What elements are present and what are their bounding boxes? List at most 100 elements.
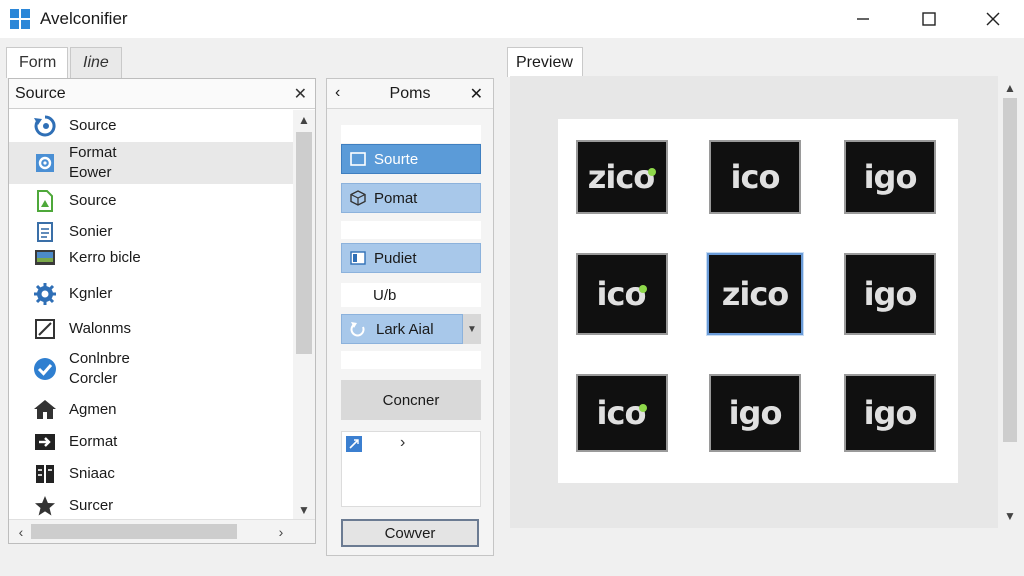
list-item[interactable]: Agmen (9, 398, 293, 422)
title-bar: Avelconifier (0, 0, 1024, 38)
tab-preview[interactable]: Preview (507, 47, 583, 77)
source-panel: Source ✕ Source Format Eower Source Soni… (8, 78, 316, 544)
tab-line[interactable]: Iine (70, 47, 122, 78)
list-item-label: Source (69, 117, 117, 134)
chevron-down-icon[interactable]: ▼ (998, 506, 1022, 526)
pudiet-button-label: Pudiet (374, 249, 417, 267)
preview-icon-tile[interactable]: igo (844, 253, 936, 335)
panel-icon (346, 250, 370, 266)
preview-icon-tile[interactable]: zico (576, 140, 668, 214)
ub-field[interactable]: U/b (341, 283, 481, 307)
list-item[interactable]: Eormat (9, 422, 293, 462)
scroll-thumb[interactable] (31, 524, 237, 539)
poms-panel-header: ‹ Poms ✕ (327, 79, 493, 109)
list-item[interactable]: Conlnbre Corcler (9, 340, 293, 398)
chevron-up-icon[interactable]: ▲ (293, 110, 315, 130)
tile-label: ico (596, 275, 647, 313)
source-horizontal-scrollbar[interactable]: ‹ › (9, 519, 315, 543)
left-tab-strip: Form Iine (6, 47, 122, 78)
list-item-label: Sonier (69, 223, 113, 240)
tile-label: igo (863, 275, 918, 313)
windows-logo-icon (10, 9, 30, 29)
list-item-label: Conlnbre Corcler (69, 350, 130, 387)
minimize-button[interactable] (840, 0, 886, 38)
list-item[interactable]: Kgnler (9, 270, 293, 318)
chevron-right-icon[interactable]: › (400, 434, 405, 452)
source-panel-header: Source ✕ (9, 79, 315, 109)
preview-vertical-scrollbar[interactable]: ▲ ▼ (998, 76, 1022, 528)
preview-icon-tile-selected[interactable]: zico (707, 253, 803, 335)
chevron-up-icon[interactable]: ▲ (998, 78, 1022, 98)
tile-label: igo (728, 394, 783, 432)
preview-icon-tile[interactable]: ico (576, 374, 668, 452)
format-button-label: Pomat (374, 189, 418, 207)
preview-icon-tile[interactable]: igo (709, 374, 801, 452)
list-item-label: Agmen (69, 401, 117, 418)
preview-canvas: zico ico igo ico zico igo ico igo igo (558, 119, 958, 483)
close-icon (986, 12, 1000, 26)
tile-label: ico (596, 394, 647, 432)
square-icon (346, 151, 370, 167)
archive-icon (33, 462, 57, 486)
concner-button[interactable]: Concner (341, 380, 481, 420)
close-window-button[interactable] (970, 0, 1016, 38)
list-item-label: Eormat (69, 433, 118, 450)
tile-label: igo (863, 394, 918, 432)
tile-label: zico (721, 275, 790, 313)
pudiet-button[interactable]: Pudiet (341, 243, 481, 273)
list-item-label: Kerro bicle (69, 249, 141, 266)
tab-form[interactable]: Form (6, 47, 68, 78)
cube-icon (346, 190, 370, 206)
blank-field[interactable] (341, 351, 481, 369)
chevron-down-icon[interactable]: ▼ (463, 314, 481, 344)
green-dot-icon (648, 168, 657, 176)
dropdown-label: Lark Aial (376, 320, 434, 338)
export-icon (33, 430, 57, 454)
list-item[interactable]: Source (9, 184, 293, 218)
list-item-label: Source (69, 192, 117, 209)
options-box: › (341, 431, 481, 507)
source-list: Source Format Eower Source Sonier Kerro … (9, 110, 293, 520)
preview-icon-tile[interactable]: ico (576, 253, 668, 335)
chevron-left-icon[interactable]: ‹ (11, 522, 31, 542)
frame-icon (33, 317, 57, 341)
chevron-down-icon[interactable]: ▼ (293, 500, 315, 520)
cowver-button[interactable]: Cowver (341, 519, 479, 547)
poms-panel-close-icon[interactable]: ✕ (470, 84, 483, 104)
list-item-label: Format Eower (69, 144, 117, 181)
poms-panel: ‹ Poms ✕ Sourte Pomat Pudiet U/b Lark Ai… (326, 78, 494, 556)
list-item[interactable]: Kerro bicle (9, 246, 293, 270)
preview-icon-tile[interactable]: ico (709, 140, 801, 214)
format-button[interactable]: Pomat (341, 183, 481, 213)
preview-panel: zico ico igo ico zico igo ico igo igo (510, 76, 998, 528)
refresh-icon (33, 114, 57, 138)
blank-field[interactable] (341, 221, 481, 239)
chevron-left-icon[interactable]: ‹ (335, 84, 340, 102)
tool-icon[interactable] (346, 436, 362, 452)
preview-icon-tile[interactable]: igo (844, 140, 936, 214)
check-badge-icon (33, 357, 57, 381)
list-item-label: Sniaac (69, 465, 115, 482)
green-dot-icon (639, 285, 648, 293)
source-panel-close-icon[interactable]: ✕ (294, 84, 307, 104)
list-item[interactable]: Surcer (9, 486, 293, 520)
lark-dropdown[interactable]: Lark Aial ▼ (341, 314, 481, 344)
minimize-icon (857, 18, 869, 20)
blank-field[interactable] (341, 125, 481, 143)
source-button[interactable]: Sourte (341, 144, 481, 174)
scroll-thumb[interactable] (296, 132, 312, 354)
preview-icon-tile[interactable]: igo (844, 374, 936, 452)
source-panel-title: Source (15, 84, 66, 102)
list-item[interactable]: Sonier (9, 218, 293, 246)
list-item[interactable]: Source (9, 110, 293, 142)
list-item[interactable]: Format Eower (9, 142, 293, 184)
scroll-thumb[interactable] (1003, 98, 1017, 442)
chevron-right-icon[interactable]: › (271, 522, 291, 542)
file-icon (33, 189, 57, 213)
maximize-button[interactable] (906, 0, 952, 38)
list-item[interactable]: Sniaac (9, 462, 293, 486)
source-vertical-scrollbar[interactable]: ▲ ▼ (293, 110, 315, 520)
list-item[interactable]: Walonms (9, 318, 293, 340)
dropdown-value[interactable]: Lark Aial (341, 314, 463, 344)
green-dot-icon (639, 404, 648, 412)
